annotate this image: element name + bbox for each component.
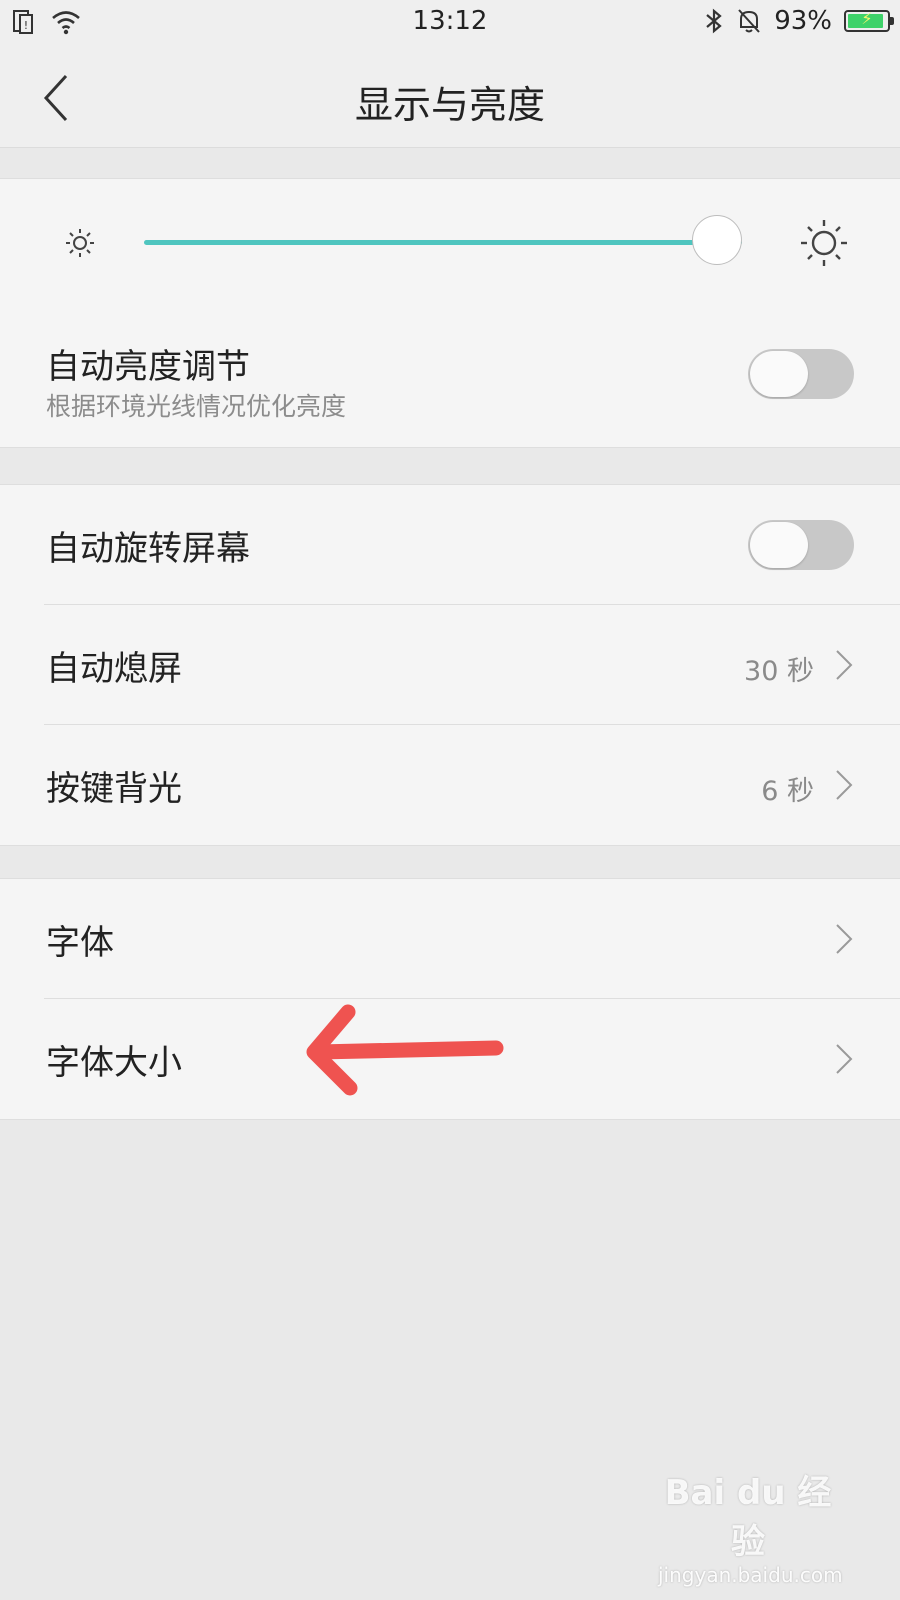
chevron-right-icon [836, 770, 853, 800]
brightness-slider[interactable] [60, 213, 850, 273]
auto-brightness-label: 自动亮度调节 [46, 347, 250, 387]
brightness-track [144, 240, 742, 245]
sun-small-icon [66, 229, 94, 257]
brightness-thumb[interactable] [692, 215, 742, 265]
annotation-arrow-icon [306, 1004, 504, 1096]
battery-percent: 93% [774, 6, 832, 36]
chevron-right-icon [836, 1044, 853, 1074]
toggle-knob [750, 522, 808, 568]
display-settings-card: 自动旋转屏幕 自动熄屏 30 秒 按键背光 6 秒 [0, 484, 900, 846]
font-row[interactable]: 字体 [0, 879, 900, 999]
font-size-label: 字体大小 [46, 1043, 182, 1083]
watermark-logo: Bai du 经验 [664, 1473, 832, 1562]
auto-rotate-row[interactable]: 自动旋转屏幕 [0, 485, 900, 605]
font-label: 字体 [46, 923, 114, 963]
auto-rotate-toggle[interactable] [748, 520, 854, 570]
screen-timeout-row[interactable]: 自动熄屏 30 秒 [0, 605, 900, 725]
status-bar: ! 13:12 93% ⚡ [0, 0, 900, 48]
baidu-jingyan-watermark: Bai du 经验 jingyan.baidu.com [658, 1465, 843, 1587]
chevron-right-icon [836, 650, 853, 680]
status-right: 93% ⚡ [704, 6, 894, 36]
key-backlight-label: 按键背光 [46, 769, 182, 809]
auto-rotate-label: 自动旋转屏幕 [46, 529, 250, 569]
sun-large-icon [801, 220, 847, 266]
auto-brightness-description: 根据环境光线情况优化亮度 [46, 392, 347, 421]
key-backlight-row[interactable]: 按键背光 6 秒 [0, 725, 900, 845]
brightness-card: 自动亮度调节 根据环境光线情况优化亮度 [0, 178, 900, 448]
page-title: 显示与亮度 [354, 83, 545, 127]
watermark-url: jingyan.baidu.com [658, 1563, 843, 1587]
chevron-right-icon [836, 924, 853, 954]
bluetooth-icon [706, 8, 722, 34]
toggle-knob [750, 351, 808, 397]
top-app-bar: 显示与亮度 [0, 48, 900, 148]
auto-brightness-toggle[interactable] [748, 349, 854, 399]
key-backlight-value: 6 秒 [761, 776, 814, 807]
screen-timeout-label: 自动熄屏 [46, 649, 182, 689]
battery-charging-icon: ⚡ [844, 9, 894, 32]
silent-bell-icon [738, 9, 760, 33]
bolt-icon: ⚡ [861, 9, 873, 28]
screen-timeout-value: 30 秒 [744, 656, 814, 687]
